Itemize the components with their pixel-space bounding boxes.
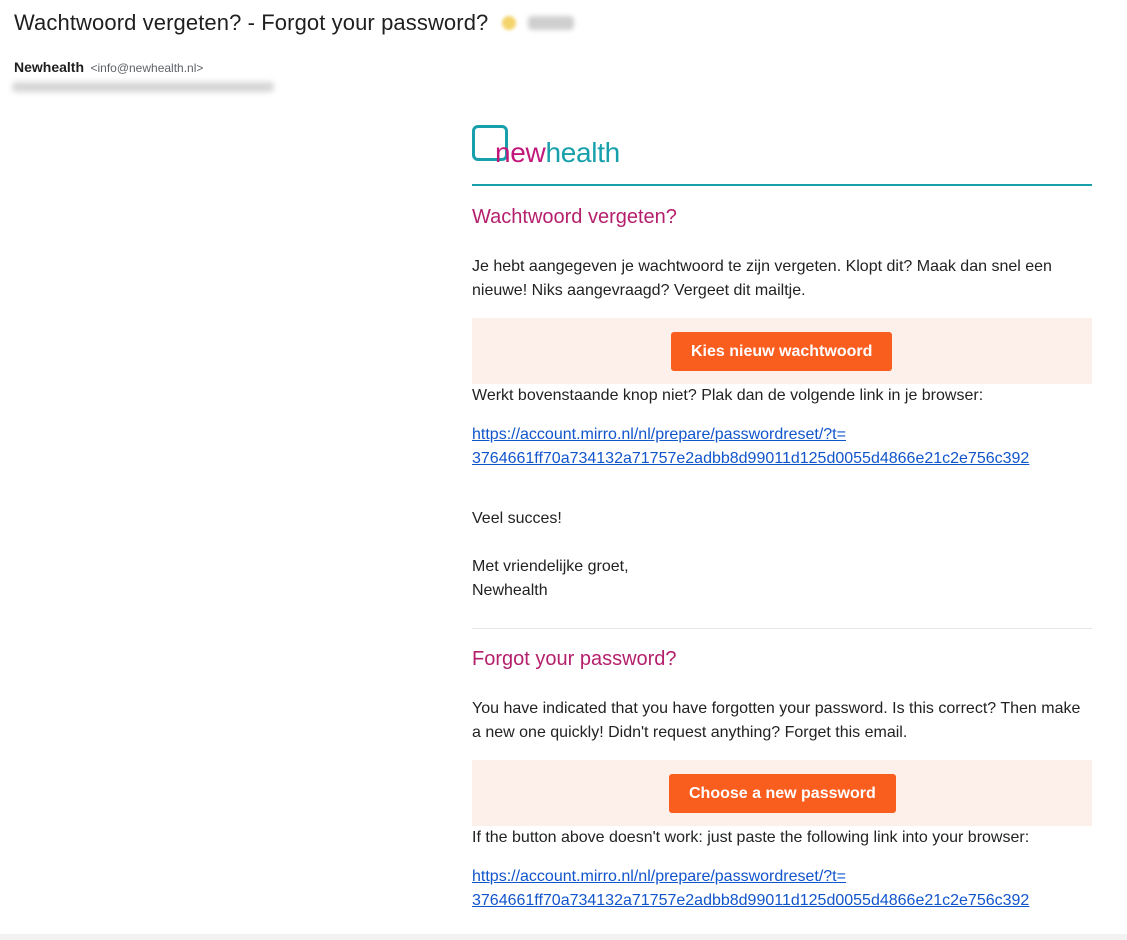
dutch-heading: Wachtwoord vergeten? [472, 206, 677, 228]
dutch-signature: Newhealth [472, 582, 548, 599]
dutch-closing: Veel succes! [472, 510, 562, 527]
english-button-band: Choose a new password [472, 760, 1092, 826]
dutch-reset-link-line2[interactable]: 3764661ff70a734132a71757e2adbb8d99011d12… [472, 447, 1029, 471]
choose-new-password-button-nl[interactable]: Kies nieuw wachtwoord [671, 332, 893, 371]
subject-row: Wachtwoord vergeten? - Forgot your passw… [14, 9, 575, 37]
email-subject: Wachtwoord vergeten? - Forgot your passw… [14, 10, 489, 35]
dutch-button-band: Kies nieuw wachtwoord [472, 318, 1092, 384]
sender-row: Newhealth <info@newhealth.nl> [14, 59, 203, 77]
english-reset-link-line2[interactable]: 3764661ff70a734132a71757e2adbb8d99011d12… [472, 889, 1029, 913]
header-divider [472, 184, 1092, 186]
english-heading: Forgot your password? [472, 648, 677, 670]
section-divider [472, 628, 1092, 629]
bottom-shade [0, 934, 1127, 940]
dutch-fallback-text: Werkt bovenstaande knop niet? Plak dan d… [472, 387, 984, 404]
logo-wordmark: newhealth [495, 139, 620, 167]
english-reset-link-line1[interactable]: https://account.mirro.nl/nl/prepare/pass… [472, 865, 1029, 889]
dutch-reset-link-line1[interactable]: https://account.mirro.nl/nl/prepare/pass… [472, 423, 1029, 447]
recipient-details-redacted[interactable] [12, 82, 274, 92]
english-intro: You have indicated that you have forgott… [472, 700, 1081, 741]
choose-new-password-button-en[interactable]: Choose a new password [669, 774, 896, 813]
dutch-signoff: Met vriendelijke groet, [472, 558, 629, 575]
sender-name[interactable]: Newhealth [14, 59, 84, 75]
dutch-intro: Je hebt aangegeven je wachtwoord te zijn… [472, 258, 1052, 299]
logo-text-health: health [545, 137, 620, 168]
dutch-reset-link[interactable]: https://account.mirro.nl/nl/prepare/pass… [472, 423, 1029, 471]
star-icon[interactable] [502, 16, 517, 30]
newhealth-logo: newhealth [472, 125, 642, 169]
sender-email: <info@newhealth.nl> [90, 61, 204, 75]
english-reset-link[interactable]: https://account.mirro.nl/nl/prepare/pass… [472, 865, 1029, 913]
english-fallback-text: If the button above doesn't work: just p… [472, 829, 1030, 846]
logo-text-new: new [495, 137, 546, 168]
label-chip[interactable] [528, 16, 575, 30]
